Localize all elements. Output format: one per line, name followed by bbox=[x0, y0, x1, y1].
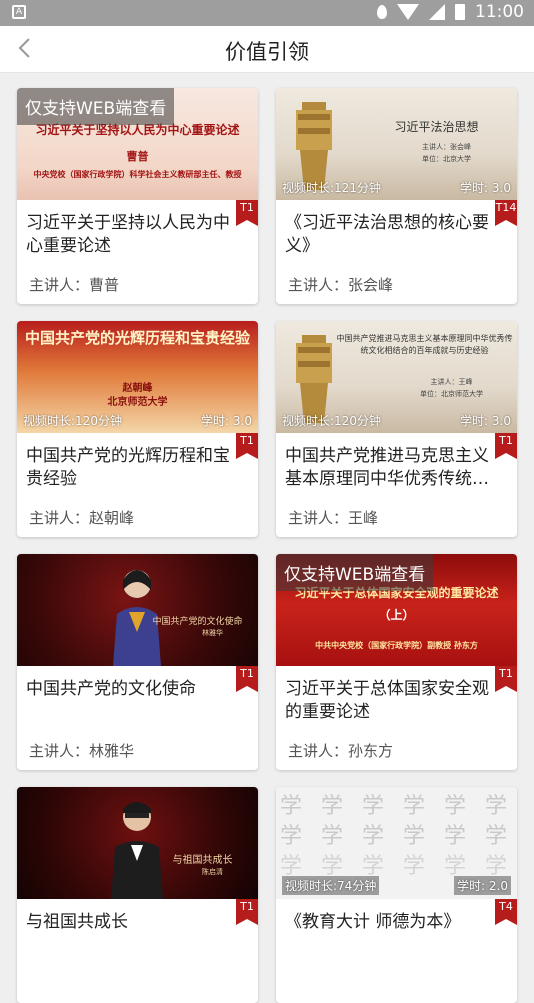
thumbnail-affiliation: 单位：北京大学 bbox=[422, 155, 471, 163]
thumbnail-calligraphy: 学 学 学 学 学 学 bbox=[280, 824, 513, 849]
video-meta: 视频时长:120分钟 学时: 3.0 bbox=[23, 412, 252, 429]
course-tag: T14 bbox=[495, 200, 517, 226]
course-tag: T1 bbox=[495, 433, 517, 459]
thumbnail-subtitle: （上） bbox=[378, 608, 415, 622]
status-time: 11:00 bbox=[475, 2, 524, 22]
course-title: 中国共产党推进马克思主义基本原理同中华优秀传统… bbox=[285, 446, 489, 489]
course-thumbnail: 与祖国共成长 陈启清 bbox=[17, 787, 258, 899]
thumbnail-speaker: 主讲人：张会峰 bbox=[422, 143, 471, 151]
thumbnail-speaker: 曹普 bbox=[126, 150, 149, 163]
course-card[interactable]: 习近平关于坚持以人民为中心重要论述 曹普 中央党校（国家行政学院）科学社会主义教… bbox=[17, 88, 258, 304]
location-icon bbox=[377, 5, 387, 19]
thumbnail-title: 中国共产党的文化使命 bbox=[152, 617, 243, 627]
course-tag: T1 bbox=[495, 666, 517, 692]
course-card[interactable]: 习近平关于总体国家安全观的重要论述 （上） 中共中央党校（国家行政学院）副教授 … bbox=[276, 554, 517, 770]
course-title: 与祖国共成长 bbox=[26, 912, 128, 932]
video-meta: 视频时长:121分钟 学时: 3.0 bbox=[282, 179, 511, 196]
signal-icon bbox=[429, 4, 445, 20]
video-duration: 视频时长:74分钟 bbox=[282, 876, 380, 895]
thumbnail-speaker: 陈启清 bbox=[202, 868, 223, 876]
course-title: 《教育大计 师德为本》 bbox=[285, 912, 461, 932]
course-tag: T1 bbox=[236, 666, 258, 692]
thumbnail-title: 习近平法治思想 bbox=[394, 120, 479, 134]
course-thumbnail: 学 学 学 学 学 学 学 学 学 学 学 学 学 学 学 学 学 学 视频时长… bbox=[276, 787, 517, 899]
course-tag: T4 bbox=[495, 899, 517, 925]
credit-hours: 学时: 2.0 bbox=[454, 876, 511, 895]
course-card[interactable]: 中国共产党的光辉历程和宝贵经验 赵朝峰 北京师范大学 视频时长:120分钟 学时… bbox=[17, 321, 258, 537]
thumbnail-affiliation: 中央党校（国家行政学院）科学社会主义教研部主任、教授 bbox=[33, 169, 242, 179]
course-card[interactable]: 与祖国共成长 陈启清 T1 与祖国共成长 bbox=[17, 787, 258, 1003]
thumbnail-title: 与祖国共成长 bbox=[172, 855, 233, 866]
course-title: 习近平关于总体国家安全观的重要论述 bbox=[285, 679, 489, 722]
course-thumbnail: 习近平关于总体国家安全观的重要论述 （上） 中共中央党校（国家行政学院）副教授 … bbox=[276, 554, 517, 666]
thumbnail-title: 中国共产党推进马克思主义基本原理同中华优秀传统文化相结合的百年成就与历史经验 bbox=[336, 334, 513, 355]
video-meta: 视频时长:120分钟 学时: 3.0 bbox=[282, 412, 511, 429]
credit-hours: 学时: 3.0 bbox=[201, 414, 252, 428]
video-duration: 视频时长:120分钟 bbox=[23, 414, 122, 428]
web-only-badge: 仅支持WEB端查看 bbox=[17, 88, 175, 125]
credit-hours: 学时: 3.0 bbox=[460, 414, 511, 428]
app-bar: 价值引领 bbox=[0, 26, 534, 73]
page-title: 价值引领 bbox=[225, 40, 309, 64]
speaker-figure-icon bbox=[113, 570, 161, 666]
course-speaker: 主讲人：林雅华 bbox=[29, 742, 135, 760]
course-card[interactable]: 中国共产党推进马克思主义基本原理同中华优秀传统文化相结合的百年成就与历史经验 主… bbox=[276, 321, 517, 537]
course-thumbnail: 中国共产党的文化使命 林雅华 bbox=[17, 554, 258, 666]
thumbnail-speaker: 主讲人：王峰 bbox=[430, 378, 473, 386]
course-speaker: 主讲人：王峰 bbox=[288, 509, 379, 527]
notification-icon: A bbox=[12, 5, 26, 19]
course-card[interactable]: 习近平法治思想 主讲人：张会峰 单位：北京大学 视频时长:121分钟 学时: 3… bbox=[276, 88, 517, 304]
course-thumbnail: 中国共产党的光辉历程和宝贵经验 赵朝峰 北京师范大学 视频时长:120分钟 学时… bbox=[17, 321, 258, 433]
course-thumbnail: 习近平关于坚持以人民为中心重要论述 曹普 中央党校（国家行政学院）科学社会主义教… bbox=[17, 88, 258, 200]
course-thumbnail: 中国共产党推进马克思主义基本原理同中华优秀传统文化相结合的百年成就与历史经验 主… bbox=[276, 321, 517, 433]
thumbnail-calligraphy: 学 学 学 学 学 学 bbox=[280, 794, 513, 819]
course-speaker: 主讲人：赵朝峰 bbox=[29, 509, 135, 527]
status-bar: A 11:00 bbox=[0, 0, 534, 26]
course-title: 中国共产党的光辉历程和宝贵经验 bbox=[26, 446, 230, 489]
credit-hours: 学时: 3.0 bbox=[460, 181, 511, 195]
thumbnail-title: 中国共产党的光辉历程和宝贵经验 bbox=[24, 329, 250, 347]
thumbnail-speaker: 林雅华 bbox=[202, 629, 223, 637]
course-tag: T1 bbox=[236, 200, 258, 226]
course-tag: T1 bbox=[236, 433, 258, 459]
video-duration: 视频时长:121分钟 bbox=[282, 181, 381, 195]
course-title: 《习近平法治思想的核心要义》 bbox=[285, 213, 489, 256]
video-duration: 视频时长:120分钟 bbox=[282, 414, 381, 428]
web-only-badge: 仅支持WEB端查看 bbox=[276, 554, 434, 591]
course-speaker: 主讲人：曹普 bbox=[29, 276, 120, 294]
thumbnail-affiliation: 北京师范大学 bbox=[107, 397, 168, 408]
speaker-figure-icon bbox=[111, 802, 163, 899]
wifi-icon bbox=[397, 4, 419, 20]
battery-icon bbox=[455, 4, 465, 20]
course-speaker: 主讲人：孙东方 bbox=[288, 742, 394, 760]
thumbnail-affiliation: 中共中央党校（国家行政学院）副教授 孙东方 bbox=[315, 640, 478, 650]
video-meta: 视频时长:74分钟 学时: 2.0 bbox=[282, 876, 511, 895]
course-title: 习近平关于坚持以人民为中心重要论述 bbox=[26, 213, 230, 256]
course-speaker: 主讲人：张会峰 bbox=[288, 276, 394, 294]
course-title: 中国共产党的文化使命 bbox=[26, 679, 196, 699]
course-thumbnail: 习近平法治思想 主讲人：张会峰 单位：北京大学 视频时长:121分钟 学时: 3… bbox=[276, 88, 517, 200]
course-card[interactable]: 中国共产党的文化使命 林雅华 T1 中国共产党的文化使命 主讲人：林雅华 bbox=[17, 554, 258, 770]
thumbnail-speaker: 赵朝峰 bbox=[122, 383, 153, 394]
course-tag: T1 bbox=[236, 899, 258, 925]
thumbnail-affiliation: 单位：北京师范大学 bbox=[420, 390, 483, 398]
course-card[interactable]: 学 学 学 学 学 学 学 学 学 学 学 学 学 学 学 学 学 学 视频时长… bbox=[276, 787, 517, 1003]
